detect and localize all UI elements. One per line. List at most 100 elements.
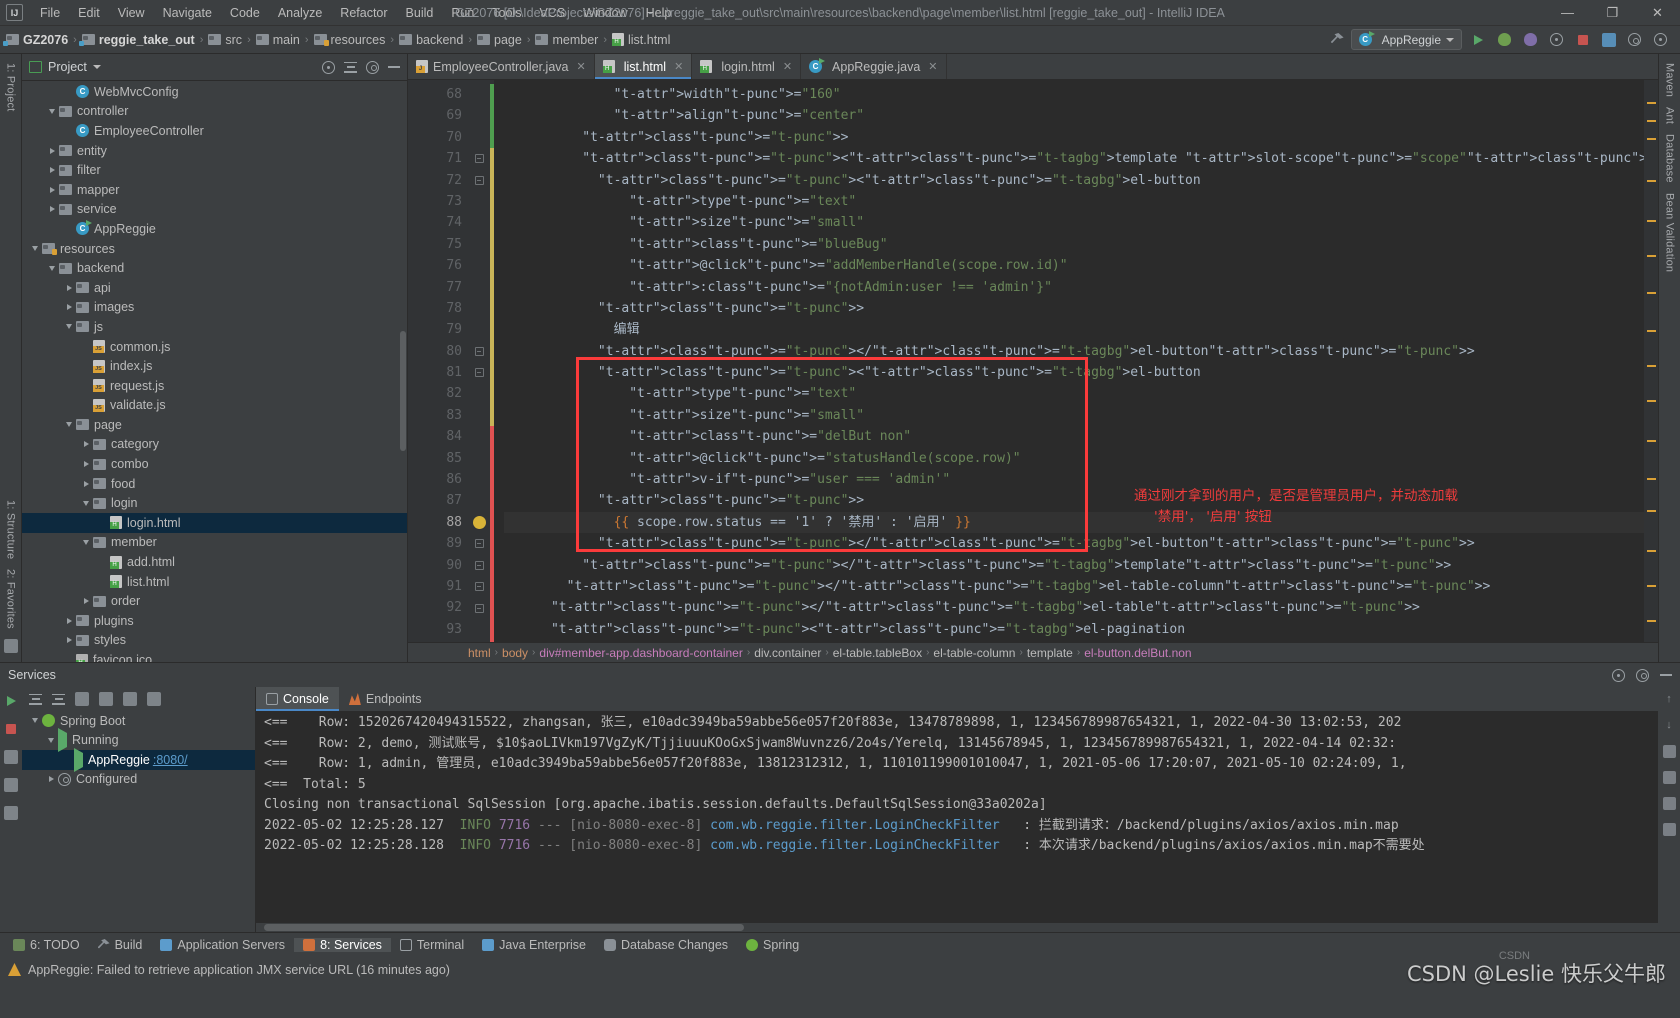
profiler-button[interactable]: [1547, 30, 1566, 49]
tree-twisty[interactable]: [45, 265, 59, 271]
tree-item-member[interactable]: member: [22, 533, 407, 553]
branch-icon[interactable]: [147, 692, 161, 706]
code-line[interactable]: "t-attr">class"t-punc">="t-punc"></"t-at…: [504, 341, 1644, 362]
status-terminal[interactable]: Terminal: [391, 938, 473, 952]
fold-marker[interactable]: [468, 490, 490, 511]
tab-endpoints[interactable]: Endpoints: [339, 687, 432, 711]
breadcrumb-page[interactable]: page: [477, 33, 522, 47]
fold-marker[interactable]: [468, 619, 490, 640]
tree-item-images[interactable]: images: [22, 298, 407, 318]
fold-marker[interactable]: [468, 597, 490, 618]
tree-twisty[interactable]: [44, 737, 58, 743]
print-icon[interactable]: [1662, 797, 1676, 810]
status-database-changes[interactable]: Database Changes: [595, 938, 737, 952]
tree-twisty[interactable]: [79, 441, 93, 448]
close-icon[interactable]: ✕: [928, 60, 937, 73]
expand-all-icon[interactable]: [29, 693, 42, 705]
tab-list-html[interactable]: list.html ✕: [594, 54, 693, 79]
fold-marker[interactable]: [468, 555, 490, 576]
tree-item-plugins[interactable]: plugins: [22, 611, 407, 631]
code-line[interactable]: "t-attr">:class"t-punc">="{notAdmin:user…: [504, 277, 1644, 298]
services-tree-toolbar[interactable]: [22, 687, 255, 711]
breadcrumb-el-table-column[interactable]: el-table-column: [933, 646, 1015, 660]
code-line[interactable]: "t-attr">type"t-punc">="text": [504, 383, 1644, 404]
tab-appreggie-java[interactable]: C AppReggie.java ✕: [801, 54, 947, 79]
fold-marker[interactable]: [468, 212, 490, 233]
tree-twisty[interactable]: [45, 206, 59, 213]
add-icon[interactable]: [99, 692, 113, 706]
services-left-toolbar[interactable]: [0, 687, 22, 932]
tree-item-category[interactable]: category: [22, 435, 407, 455]
hide-panel-icon[interactable]: [388, 66, 400, 68]
tree-item-filter[interactable]: filter: [22, 160, 407, 180]
tab-employeecontroller-java[interactable]: EmployeeController.java ✕: [408, 54, 595, 79]
camera-icon[interactable]: [2, 747, 21, 766]
fold-marker[interactable]: [468, 469, 490, 490]
code-line[interactable]: "t-attr">class"t-punc">="t-punc">>: [504, 298, 1644, 319]
breadcrumb-body[interactable]: body: [502, 646, 528, 660]
status-spring[interactable]: Spring: [737, 938, 808, 952]
code-line[interactable]: "t-attr">class"t-punc">="t-punc">>: [504, 490, 1644, 511]
scroll-to-end-icon[interactable]: [1662, 771, 1676, 784]
code-line[interactable]: "t-attr">class"t-punc">="t-punc"><"t-att…: [504, 362, 1644, 383]
run-button[interactable]: [2, 691, 21, 710]
status-application-servers[interactable]: Application Servers: [151, 938, 294, 952]
breadcrumb-main[interactable]: main: [255, 33, 300, 47]
fold-marker[interactable]: [468, 576, 490, 597]
tree-item-mapper[interactable]: mapper: [22, 180, 407, 200]
tree-item-request-js[interactable]: request.js: [22, 376, 407, 396]
breadcrumb-backend[interactable]: backend: [399, 33, 463, 47]
service-item-spring-boot[interactable]: Spring Boot: [22, 711, 255, 731]
close-button[interactable]: ✕: [1635, 0, 1680, 26]
hide-panel-icon[interactable]: [1660, 674, 1672, 676]
code-line[interactable]: "t-attr">v-if"t-punc">="user === 'admin'…: [504, 469, 1644, 490]
tree-twisty[interactable]: [62, 324, 76, 330]
breadcrumb-reggie-take-out[interactable]: reggie_take_out: [78, 33, 195, 47]
filter-icon[interactable]: [123, 692, 137, 706]
code-line[interactable]: "t-attr">class"t-punc">="t-punc"></"t-at…: [504, 576, 1644, 597]
tree-twisty[interactable]: [79, 480, 93, 487]
grid-icon[interactable]: [2, 803, 21, 822]
tree-twisty[interactable]: [45, 108, 59, 114]
fold-marker[interactable]: [468, 105, 490, 126]
code-line[interactable]: "t-attr">class"t-punc">="t-punc"><"t-att…: [504, 148, 1644, 169]
editor-breadcrumb[interactable]: html › body › div#member-app.dashboard-c…: [408, 642, 1658, 662]
tree-twisty[interactable]: [79, 461, 93, 468]
code-line[interactable]: "t-attr">width"t-punc">="160": [504, 84, 1644, 105]
rail-ant-label[interactable]: Ant: [1664, 102, 1676, 129]
search-icon[interactable]: [1651, 30, 1670, 49]
status-build[interactable]: Build: [89, 938, 152, 952]
menu-code[interactable]: Code: [221, 3, 269, 23]
stop-button[interactable]: [1573, 30, 1592, 49]
tree-item-service[interactable]: service: [22, 200, 407, 220]
locate-file-icon[interactable]: [322, 60, 335, 74]
rail-maven-label[interactable]: Maven: [1664, 58, 1676, 102]
breadcrumb-el-table[interactable]: el-table.tableBox: [833, 646, 922, 660]
code-line[interactable]: "t-attr">class"t-punc">="t-punc"><"t-att…: [504, 170, 1644, 191]
code-line[interactable]: "t-attr">class"t-punc">="t-punc"></"t-at…: [504, 533, 1644, 554]
fold-marker[interactable]: [468, 255, 490, 276]
tree-item-controller[interactable]: controller: [22, 102, 407, 122]
code-line[interactable]: {{ scope.row.status == '1' ? '禁用' : '启用'…: [504, 511, 1644, 534]
tree-twisty[interactable]: [45, 186, 59, 193]
tree-twisty[interactable]: [62, 617, 76, 624]
error-stripe[interactable]: [1644, 80, 1658, 642]
fold-marker[interactable]: [468, 234, 490, 255]
menu-file[interactable]: File: [31, 3, 69, 23]
service-item-configured[interactable]: Configured: [22, 770, 255, 790]
tree-item-backend[interactable]: backend: [22, 258, 407, 278]
menu-view[interactable]: View: [109, 3, 154, 23]
code-line[interactable]: "t-attr">size"t-punc">="small": [504, 212, 1644, 233]
tree-item-page[interactable]: page: [22, 415, 407, 435]
tree-twisty[interactable]: [28, 246, 42, 252]
tree-twisty[interactable]: [62, 422, 76, 428]
breadcrumb-template[interactable]: template: [1027, 646, 1073, 660]
rail-favorites-label[interactable]: 2: Favorites: [5, 564, 17, 634]
tree-item-list-html[interactable]: list.html: [22, 572, 407, 592]
tree-item-favicon-ico[interactable]: favicon.ico: [22, 650, 407, 662]
fold-gutter[interactable]: [468, 80, 490, 642]
gear-icon[interactable]: [1636, 668, 1649, 682]
tree-twisty[interactable]: [62, 637, 76, 644]
tree-item-webmvcconfig[interactable]: C WebMvcConfig: [22, 82, 407, 102]
tree-twisty[interactable]: [44, 776, 58, 783]
